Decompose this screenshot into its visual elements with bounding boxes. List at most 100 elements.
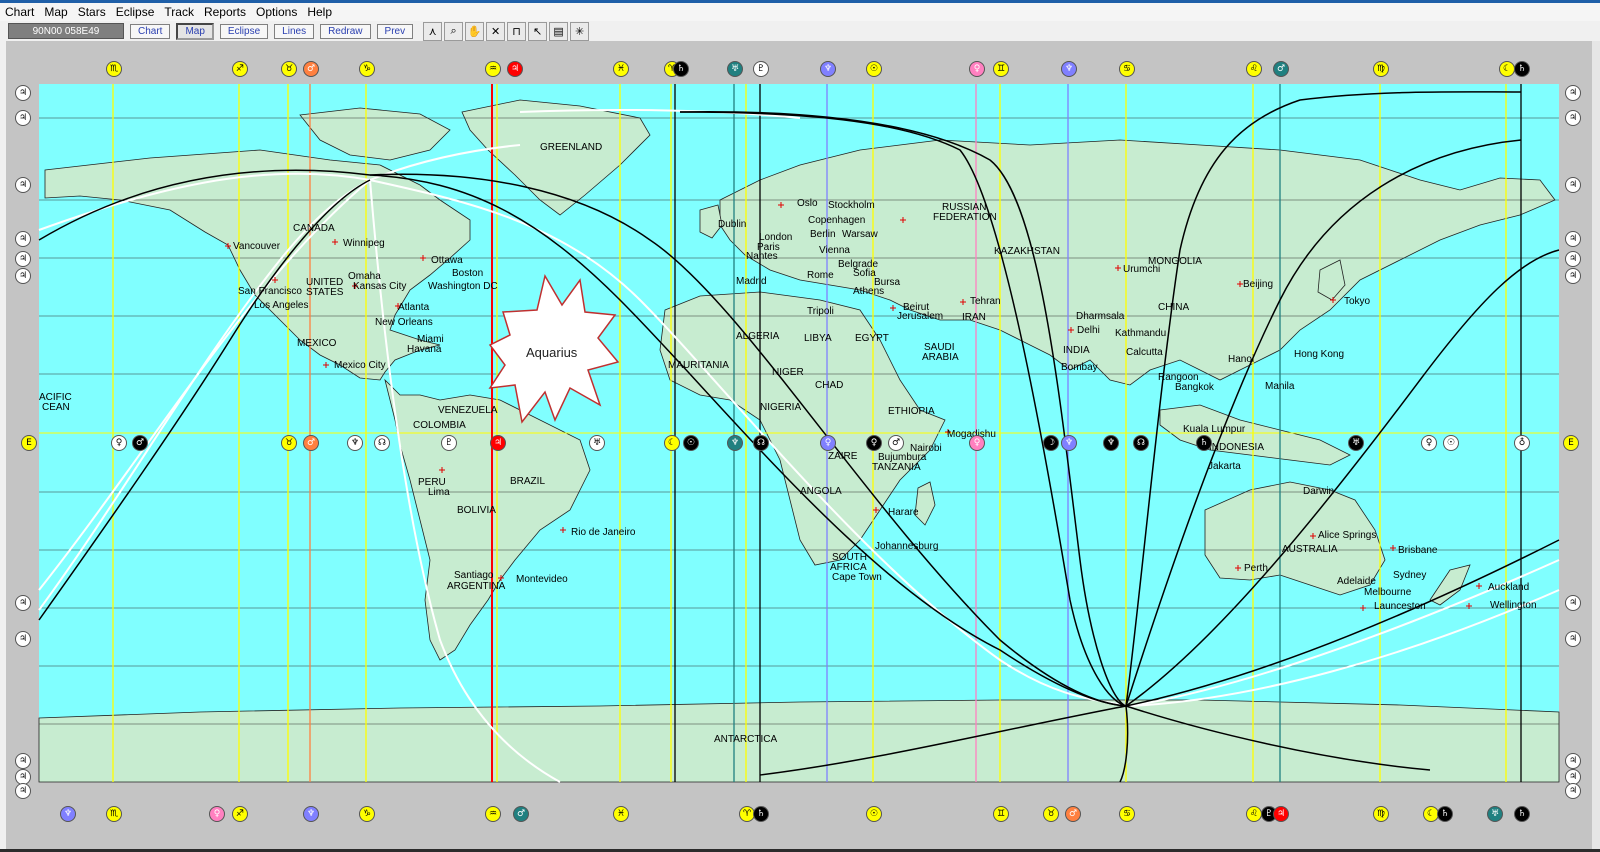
label-sydney: Sydney [1393,570,1427,581]
label-launceston: Launceston [1374,601,1426,612]
right-glyph-icon: ♃ [1565,753,1581,769]
left-glyph-icon: ♃ [15,268,31,284]
label-auckland: Auckland [1488,582,1530,593]
label-perth: Perth [1244,563,1268,574]
bottom-glyph-icon: ♍ [1373,806,1389,822]
label-federation: FEDERATION [933,212,997,223]
label-bangkok: Bangkok [1175,382,1214,393]
label-mauritania: MAURITANIA [668,360,729,371]
top-glyph-icon: ♐ [232,61,248,77]
bottom-glyph-icon: ♂ [513,806,529,822]
bottom-glyph-icon: ♑ [359,806,375,822]
label-chad: CHAD [815,380,844,391]
bottom-glyph-icon: ♐ [232,806,248,822]
world-map[interactable] [0,0,1600,852]
equator-glyph-icon: ☊ [374,435,390,451]
right-glyph-icon: ♃ [1565,268,1581,284]
label-tehran: Tehran [970,296,1001,307]
label-ethiopia: ETHIOPIA [888,406,935,417]
bottom-glyph-icon: ♆ [303,806,319,822]
label-beijing: Beijing [1243,279,1274,290]
label-harare: Harare [888,507,919,518]
label-india: INDIA [1063,345,1090,356]
equator-glyph-icon: ☉ [683,435,699,451]
label-hongkong: Hong Kong [1294,349,1345,360]
top-glyph-icon: ♋ [1119,61,1135,77]
label-pacific2: CEAN [42,402,70,413]
equator-glyph-icon: ♀ [969,435,985,451]
left-glyph-icon: ♃ [15,110,31,126]
top-glyph-icon: ♒ [485,61,501,77]
bottom-glyph-icon: ♄ [1514,806,1530,822]
top-glyph-icon: ♆ [820,61,836,77]
label-sofia: Sofia [853,268,876,279]
label-tripoli: Tripoli [807,306,834,317]
top-glyph-icon: ♑ [359,61,375,77]
top-glyph-icon: ♆ [1061,61,1077,77]
label-athens: Athens [853,286,885,297]
left-glyph-icon: ♃ [15,595,31,611]
label-copenhagen: Copenhagen [808,215,866,226]
label-havana: Havana [407,344,442,355]
bottom-glyph-icon: ♊ [993,806,1009,822]
label-rio: Rio de Janeiro [571,527,636,538]
top-glyph-icon: ♉ [281,61,297,77]
label-kathmandu: Kathmandu [1115,328,1167,339]
equator-glyph-icon: ♆ [1103,435,1119,451]
left-glyph-icon: ♃ [15,783,31,799]
left-glyph-icon: ♃ [15,753,31,769]
label-indonesia: INDONESIA [1209,442,1265,453]
label-nantes: Nantes [746,251,778,262]
label-alicesprings: Alice Springs [1318,530,1377,541]
label-neworleans: New Orleans [375,317,433,328]
label-johannesburg: Johannesburg [875,541,939,552]
label-jerusalem: Jerusalem [897,311,944,322]
label-montevideo: Montevideo [516,574,568,585]
equator-glyph-icon: ☊ [1133,435,1149,451]
label-bombay: Bombay [1061,362,1098,373]
top-glyph-icon: ☾ [1499,61,1515,77]
left-glyph-icon: ♃ [15,231,31,247]
top-glyph-icon: ♓ [613,61,629,77]
top-glyph-icon: ♏ [106,61,122,77]
equator-glyph-icon: E [1563,435,1579,451]
callout-label: Aquarius [526,345,578,360]
bottom-glyph-icon: ♃ [1273,806,1289,822]
equator-glyph-icon: ♄ [1196,435,1212,451]
label-madrid: Madrid [736,276,767,287]
top-glyph-icon: ♂ [303,61,319,77]
label-egypt: EGYPT [855,333,889,344]
right-glyph-icon: ♃ [1565,631,1581,647]
bottom-glyph-icon: ♆ [60,806,76,822]
bottom-glyph-icon: ♓ [613,806,629,822]
label-calcutta: Calcutta [1126,347,1163,358]
label-china: CHINA [1158,302,1190,313]
label-kansas: Kansas City [353,281,407,292]
label-capetown: Cape Town [832,572,882,583]
label-canada: CANADA [293,223,335,234]
equator-glyph-icon: ♀ [820,435,836,451]
label-manila: Manila [1265,381,1295,392]
top-glyph-icon: ☉ [866,61,882,77]
bottom-glyph-icon: ☉ [866,806,882,822]
top-glyph-icon: ♊ [993,61,1009,77]
label-winnipeg: Winnipeg [343,238,385,249]
label-brisbane: Brisbane [1398,545,1438,556]
top-glyph-icon: ♅ [727,61,743,77]
bottom-glyph-icon: ♄ [753,806,769,822]
label-atlanta: Atlanta [398,302,430,313]
right-glyph-icon: ♃ [1565,110,1581,126]
equator-glyph-icon: ♃ [490,435,506,451]
bottom-glyph-icon: ♏ [106,806,122,822]
label-berlin: Berlin [810,229,836,240]
label-venezuela: VENEZUELA [438,405,498,416]
right-glyph-icon: ♃ [1565,85,1581,101]
label-bolivia: BOLIVIA [457,505,496,516]
left-glyph-icon: ♃ [15,631,31,647]
top-glyph-icon: ♃ [507,61,523,77]
label-brazil: BRAZIL [510,476,546,487]
label-santiago: Santiago [454,570,494,581]
top-glyph-icon: ♄ [1514,61,1530,77]
equator-glyph-icon: ♀ [111,435,127,451]
bottom-glyph-icon: ♄ [1437,806,1453,822]
